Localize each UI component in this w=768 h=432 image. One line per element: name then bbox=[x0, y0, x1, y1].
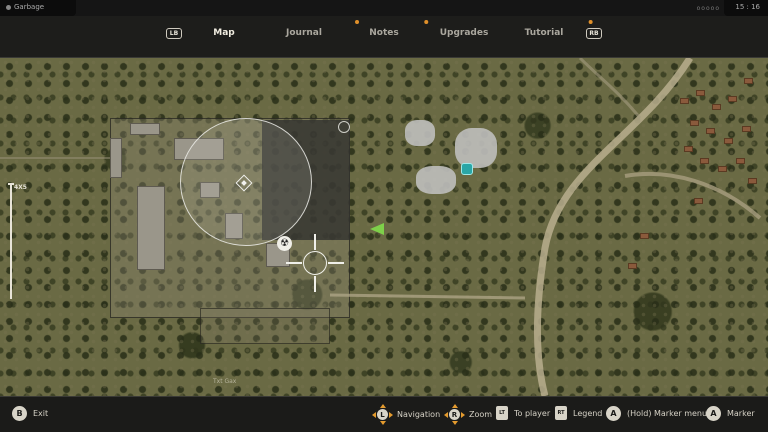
a-button-icon: A bbox=[606, 406, 621, 421]
status-dots: ooooo bbox=[696, 5, 720, 12]
roads-layer bbox=[0, 58, 762, 396]
map-view[interactable]: ☢ 4X5 Txt Gax bbox=[0, 58, 768, 396]
status-bar: Garbage ooooo 15 : 16 bbox=[0, 0, 768, 16]
legend-label: Legend bbox=[573, 408, 603, 418]
game-clock: 15 : 16 bbox=[735, 3, 760, 11]
marker-menu-label: (Hold) Marker menu bbox=[627, 409, 708, 418]
navigation-hint: L Navigation bbox=[372, 404, 441, 425]
zoom-label: Zoom bbox=[469, 410, 493, 419]
map-place-label: Txt Gax bbox=[213, 378, 237, 385]
zoom-hint: R Zoom bbox=[444, 404, 493, 425]
tab-upgrades-label: Upgrades bbox=[439, 28, 489, 38]
navigation-label: Navigation bbox=[397, 410, 441, 419]
status-right-panel: 15 : 16 bbox=[724, 0, 768, 16]
tab-map[interactable]: Map bbox=[213, 28, 234, 38]
location-indicator: Garbage bbox=[6, 3, 44, 11]
rb-bumper-icon[interactable]: RB bbox=[586, 28, 602, 39]
controls-bar: B Exit L Navigation R Zoom LT To player … bbox=[0, 396, 768, 432]
pda-tab-bar: LB Map Journal Notes Upgrades Tutorial R… bbox=[0, 16, 768, 58]
to-player-hint[interactable]: LT To player bbox=[496, 406, 550, 420]
zoom-level: 4X5 bbox=[14, 184, 27, 191]
to-player-label: To player bbox=[514, 408, 551, 418]
tab-upgrades[interactable]: Upgrades bbox=[440, 28, 489, 38]
left-stick-icon: L bbox=[372, 404, 393, 425]
anomaly-ring-icon[interactable] bbox=[338, 121, 350, 133]
tab-journal[interactable]: Journal bbox=[286, 20, 359, 38]
location-pin-icon bbox=[6, 4, 11, 10]
tab-map-label: Map bbox=[213, 28, 235, 38]
right-stick-icon: R bbox=[444, 404, 465, 425]
tab-journal-label: Journal bbox=[286, 28, 322, 38]
new-indicator-icon bbox=[588, 20, 593, 24]
exit-label: Exit bbox=[33, 409, 49, 418]
lt-trigger-icon: LT bbox=[496, 406, 508, 420]
crosshair-icon bbox=[286, 234, 344, 292]
marker-menu-hint[interactable]: A (Hold) Marker menu bbox=[606, 406, 707, 421]
a-button-icon: A bbox=[706, 406, 721, 421]
new-indicator-icon bbox=[424, 20, 429, 24]
player-arrow-icon bbox=[370, 223, 384, 235]
rt-trigger-icon: RT bbox=[555, 406, 567, 420]
lb-bumper-icon[interactable]: LB bbox=[166, 28, 182, 39]
marker-hint[interactable]: A Marker bbox=[706, 406, 755, 421]
new-indicator-icon bbox=[354, 20, 359, 24]
location-name: Garbage bbox=[14, 3, 45, 11]
legend-hint[interactable]: RT Legend bbox=[555, 406, 602, 420]
tab-tutorial[interactable]: Tutorial bbox=[524, 20, 593, 38]
tab-notes[interactable]: Notes bbox=[369, 20, 429, 38]
tab-tutorial-label: Tutorial bbox=[524, 28, 564, 38]
exit-hint[interactable]: B Exit bbox=[12, 406, 48, 421]
b-button-icon: B bbox=[12, 406, 27, 421]
tab-notes-label: Notes bbox=[369, 28, 399, 38]
status-left-panel: Garbage bbox=[0, 0, 76, 16]
marker-label: Marker bbox=[727, 409, 755, 418]
stash-icon[interactable] bbox=[461, 163, 473, 175]
radiation-icon[interactable]: ☢ bbox=[277, 236, 292, 251]
